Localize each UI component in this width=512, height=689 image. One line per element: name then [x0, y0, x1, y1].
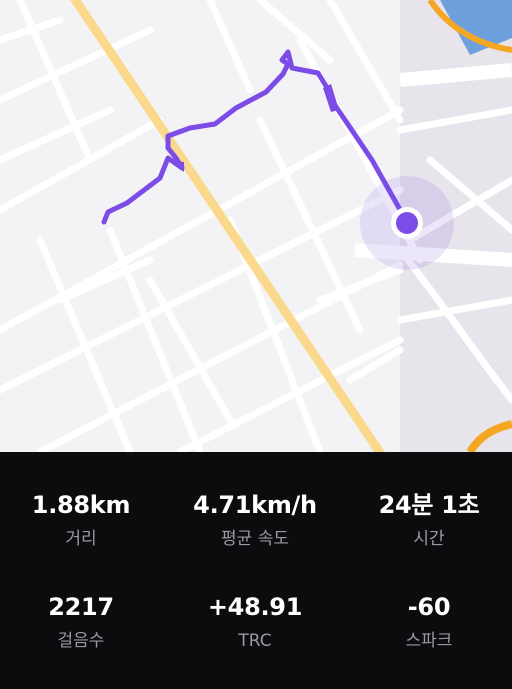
map-canvas [0, 0, 512, 452]
activity-stats-panel: 1.88km 거리 4.71km/h 평균 속도 24분 1초 시간 2217 … [0, 452, 512, 689]
trc-value: +48.91 [207, 593, 303, 621]
current-location-icon[interactable] [360, 176, 454, 270]
time-label: 시간 [413, 529, 445, 549]
stat-time: 24분 1초 시간 [344, 490, 512, 550]
time-value: 24분 1초 [378, 491, 480, 519]
average-speed-label: 평균 속도 [221, 529, 289, 549]
route-path [101, 49, 410, 225]
stat-average-speed: 4.71km/h 평균 속도 [170, 490, 340, 550]
distance-label: 거리 [65, 529, 97, 549]
average-speed-value: 4.71km/h [193, 491, 317, 519]
distance-value: 1.88km [31, 491, 131, 519]
route-map[interactable] [0, 0, 512, 452]
stat-spark: -60 스파크 [344, 592, 512, 652]
steps-label: 걸음수 [57, 631, 105, 651]
spark-label: 스파크 [405, 631, 453, 651]
main-road [69, 0, 386, 452]
stat-distance: 1.88km 거리 [0, 490, 166, 550]
steps-value: 2217 [48, 593, 114, 621]
spark-value: -60 [407, 593, 451, 621]
stat-trc: +48.91 TRC [170, 592, 340, 652]
stat-steps: 2217 걸음수 [0, 592, 166, 652]
route-arrow [323, 84, 339, 112]
trc-label: TRC [238, 631, 272, 651]
